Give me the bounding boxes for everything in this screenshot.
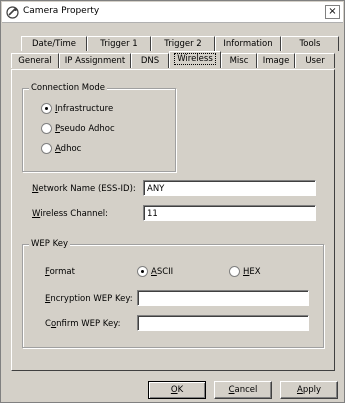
format-label: Format [45,267,75,277]
wep-key-group: WEP Key Format ASCII HEX Encryption WEP … [22,239,324,348]
connection-mode-label: Connection Mode [29,83,107,93]
window-title: Camera Property [23,6,100,16]
tab-trigger-2[interactable]: Trigger 2 [151,36,215,51]
tab-trigger-1[interactable]: Trigger 1 [87,36,151,51]
radio-adhoc-circle[interactable] [41,143,52,154]
tab-user[interactable]: User [295,53,335,68]
radio-adhoc[interactable]: Adhoc [41,143,81,155]
radio-ascii[interactable]: ASCII [137,266,173,278]
radio-infrastructure-circle[interactable] [41,103,52,114]
tab-tools[interactable]: Tools [281,36,339,51]
confirm-wep-key-input[interactable] [137,315,309,331]
encryption-wep-key-label: Encryption WEP Key: [45,294,133,304]
radio-hex[interactable]: HEX [229,266,261,278]
title-bar[interactable]: Camera Property × [2,2,343,23]
connection-mode-group: Connection Mode Infrastructure Pseudo Ad… [22,83,176,172]
wireless-tab-panel: Connection Mode Infrastructure Pseudo Ad… [11,69,335,371]
tab-date-time[interactable]: Date/Time [21,36,87,51]
camera-app-icon [6,6,19,19]
apply-button[interactable]: Apply [280,381,338,399]
tab-general[interactable]: General [11,53,59,68]
wireless-channel-label: Wireless Channel: [32,209,109,219]
tab-misc[interactable]: Misc [221,53,257,68]
radio-ascii-circle[interactable] [137,266,148,277]
network-name-label: Network Name (ESS-ID): [32,184,136,194]
radio-infrastructure[interactable]: Infrastructure [41,103,113,115]
wireless-channel-input[interactable]: 11 [143,205,316,221]
network-name-input[interactable]: ANY [143,180,316,196]
confirm-wep-key-label: Confirm WEP Key: [45,319,121,329]
cancel-button[interactable]: Cancel [214,381,272,399]
ok-button[interactable]: OK [148,381,206,399]
tab-information[interactable]: Information [215,36,281,51]
tab-image[interactable]: Image [257,53,295,68]
close-button[interactable]: × [325,5,340,19]
radio-pseudo-adhoc[interactable]: Pseudo Adhoc [41,123,115,135]
camera-property-dialog: Camera Property × Date/Time Trigger 1 Tr… [0,0,345,403]
wep-key-label: WEP Key [29,239,71,249]
radio-hex-circle[interactable] [229,266,240,277]
close-icon: × [328,6,337,17]
encryption-wep-key-input[interactable] [137,290,309,306]
tab-dns[interactable]: DNS [131,53,169,68]
tab-ip-assignment[interactable]: IP Assignment [59,53,131,68]
tab-wireless[interactable]: Wireless [169,51,221,68]
radio-pseudo-adhoc-circle[interactable] [41,123,52,134]
